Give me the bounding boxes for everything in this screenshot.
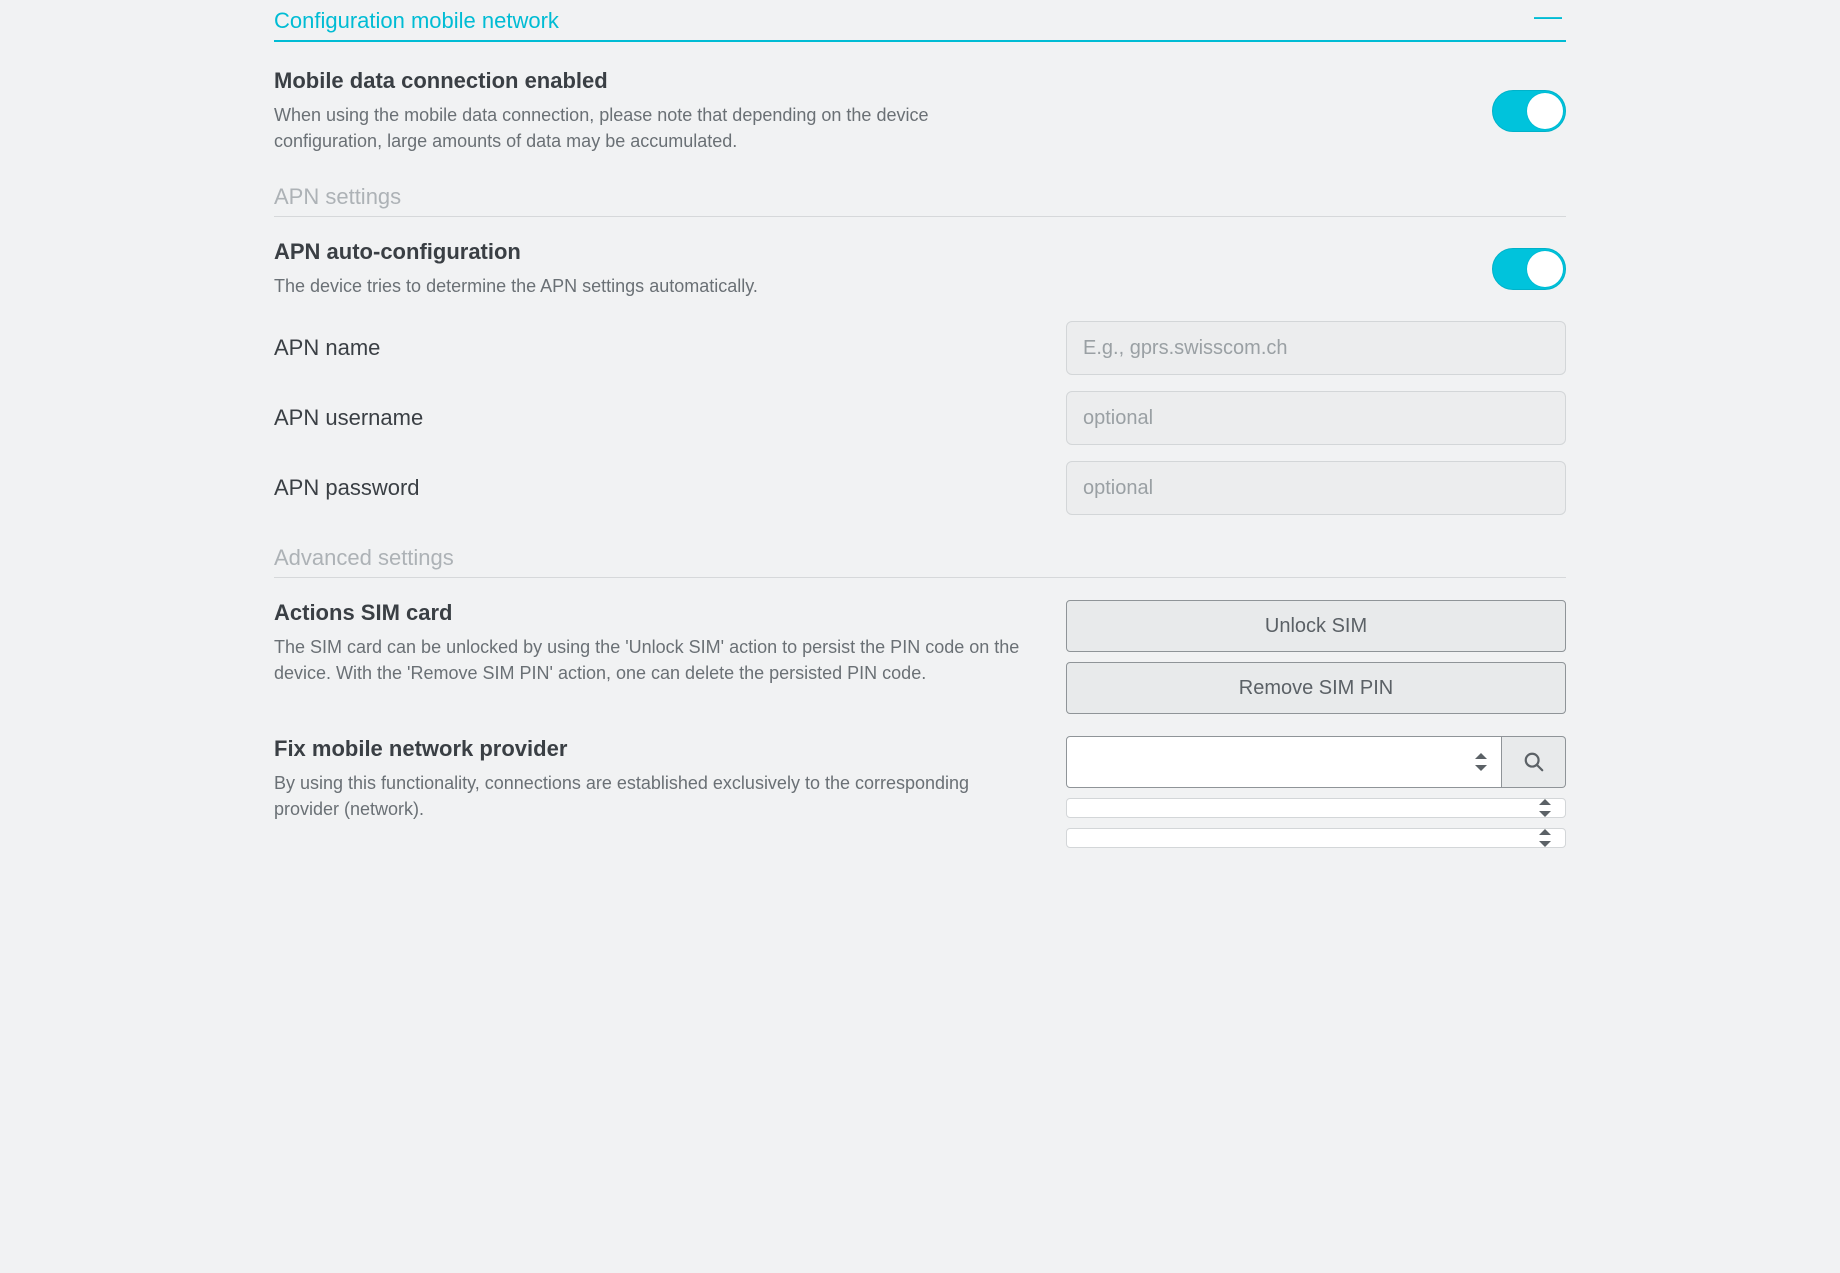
apn-password-input[interactable] xyxy=(1066,461,1566,515)
search-icon xyxy=(1523,751,1545,773)
apn-name-label: APN name xyxy=(274,335,380,361)
remove-sim-pin-button[interactable]: Remove SIM PIN xyxy=(1066,662,1566,714)
provider-search-button[interactable] xyxy=(1502,736,1566,788)
unlock-sim-button[interactable]: Unlock SIM xyxy=(1066,600,1566,652)
provider-select-tertiary[interactable] xyxy=(1066,828,1566,848)
mobile-data-toggle[interactable] xyxy=(1492,90,1566,132)
fix-provider-title: Fix mobile network provider xyxy=(274,736,1034,762)
apn-auto-toggle[interactable] xyxy=(1492,248,1566,290)
fix-provider-desc: By using this functionality, connections… xyxy=(274,770,1034,822)
provider-select-primary[interactable] xyxy=(1066,736,1502,788)
mobile-data-title: Mobile data connection enabled xyxy=(274,68,1034,94)
apn-password-label: APN password xyxy=(274,475,420,501)
toggle-knob xyxy=(1527,93,1563,129)
mobile-data-desc: When using the mobile data connection, p… xyxy=(274,102,1034,154)
sim-actions-desc: The SIM card can be unlocked by using th… xyxy=(274,634,1034,686)
apn-auto-desc: The device tries to determine the APN se… xyxy=(274,273,1034,299)
select-arrows-icon xyxy=(1539,829,1551,847)
apn-username-input[interactable] xyxy=(1066,391,1566,445)
advanced-section-header: Advanced settings xyxy=(274,545,1566,578)
toggle-knob xyxy=(1527,251,1563,287)
apn-name-input[interactable] xyxy=(1066,321,1566,375)
apn-section-header: APN settings xyxy=(274,184,1566,217)
panel-title: Configuration mobile network xyxy=(274,8,559,34)
provider-select-secondary[interactable] xyxy=(1066,798,1566,818)
collapse-panel-button[interactable]: — xyxy=(1530,10,1566,32)
apn-username-label: APN username xyxy=(274,405,423,431)
apn-auto-title: APN auto-configuration xyxy=(274,239,1034,265)
select-arrows-icon xyxy=(1539,799,1551,817)
sim-actions-title: Actions SIM card xyxy=(274,600,1034,626)
select-arrows-icon xyxy=(1475,753,1487,771)
